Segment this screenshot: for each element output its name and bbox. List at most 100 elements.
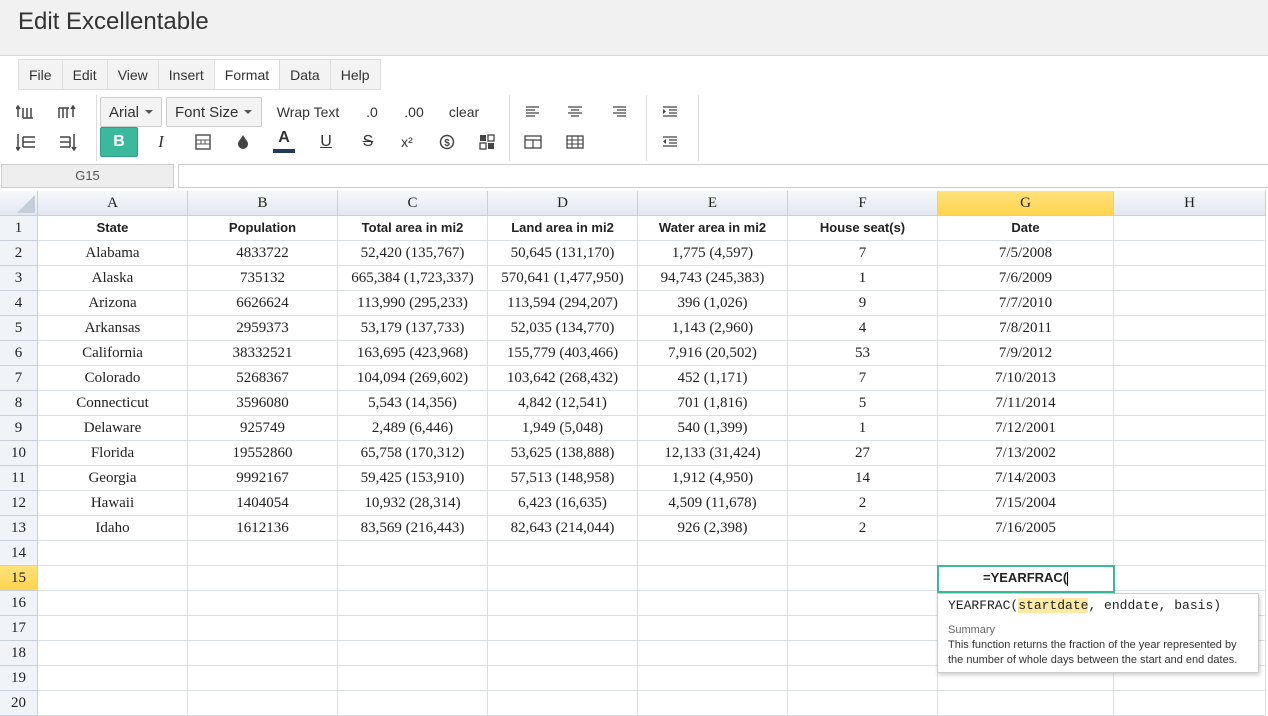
- cell-e10[interactable]: 12,133 (31,424): [638, 441, 788, 466]
- cell-c7[interactable]: 104,094 (269,602): [338, 366, 488, 391]
- cell-b18[interactable]: [188, 641, 338, 666]
- cell-f5[interactable]: 4: [788, 316, 938, 341]
- cell-e5[interactable]: 1,143 (2,960): [638, 316, 788, 341]
- select-all-corner[interactable]: [0, 191, 38, 216]
- cell-g2[interactable]: 7/5/2008: [938, 241, 1114, 266]
- cell-c1[interactable]: Total area in mi2: [338, 216, 488, 241]
- row-header[interactable]: 7: [0, 366, 38, 391]
- formula-input[interactable]: [178, 164, 1268, 188]
- cell-c5[interactable]: 53,179 (137,733): [338, 316, 488, 341]
- cell-b15[interactable]: [188, 566, 338, 591]
- cell-d5[interactable]: 52,035 (134,770): [488, 316, 638, 341]
- indent-increase-icon[interactable]: [659, 99, 681, 125]
- cell-c6[interactable]: 163,695 (423,968): [338, 341, 488, 366]
- cell-reference-box[interactable]: G15: [1, 164, 174, 188]
- row-header[interactable]: 14: [0, 541, 38, 566]
- row-header[interactable]: 15: [0, 566, 38, 591]
- cell-e7[interactable]: 452 (1,171): [638, 366, 788, 391]
- cell-a11[interactable]: Georgia: [38, 466, 188, 491]
- cell-b7[interactable]: 5268367: [188, 366, 338, 391]
- row-header[interactable]: 8: [0, 391, 38, 416]
- borders-icon[interactable]: [192, 129, 214, 155]
- cell-f11[interactable]: 14: [788, 466, 938, 491]
- superscript-button[interactable]: x²: [396, 129, 418, 155]
- cell-g7[interactable]: 7/10/2013: [938, 366, 1114, 391]
- cell-d17[interactable]: [488, 616, 638, 641]
- cell-d9[interactable]: 1,949 (5,048): [488, 416, 638, 441]
- cell-a1[interactable]: State: [38, 216, 188, 241]
- cell-b2[interactable]: 4833722: [188, 241, 338, 266]
- row-header[interactable]: 6: [0, 341, 38, 366]
- cell-h15[interactable]: [1114, 566, 1266, 591]
- cell-d10[interactable]: 53,625 (138,888): [488, 441, 638, 466]
- cell-d18[interactable]: [488, 641, 638, 666]
- cell-d14[interactable]: [488, 541, 638, 566]
- cell-d11[interactable]: 57,513 (148,958): [488, 466, 638, 491]
- cell-g1[interactable]: Date: [938, 216, 1114, 241]
- cell-c12[interactable]: 10,932 (28,314): [338, 491, 488, 516]
- cell-b4[interactable]: 6626624: [188, 291, 338, 316]
- cell-a7[interactable]: Colorado: [38, 366, 188, 391]
- cell-h8[interactable]: [1114, 391, 1266, 416]
- row-header[interactable]: 2: [0, 241, 38, 266]
- cell-e2[interactable]: 1,775 (4,597): [638, 241, 788, 266]
- cell-e15[interactable]: [638, 566, 788, 591]
- cell-d1[interactable]: Land area in mi2: [488, 216, 638, 241]
- cell-a15[interactable]: [38, 566, 188, 591]
- cell-f19[interactable]: [788, 666, 938, 691]
- cell-f14[interactable]: [788, 541, 938, 566]
- cell-h4[interactable]: [1114, 291, 1266, 316]
- cell-f17[interactable]: [788, 616, 938, 641]
- cell-f7[interactable]: 7: [788, 366, 938, 391]
- decrease-decimal-button[interactable]: .0: [358, 99, 386, 125]
- cell-e11[interactable]: 1,912 (4,950): [638, 466, 788, 491]
- cell-f6[interactable]: 53: [788, 341, 938, 366]
- row-header[interactable]: 17: [0, 616, 38, 641]
- cell-f12[interactable]: 2: [788, 491, 938, 516]
- column-header-a[interactable]: A: [38, 191, 188, 216]
- cell-e20[interactable]: [638, 691, 788, 716]
- column-header-c[interactable]: C: [338, 191, 488, 216]
- menu-data[interactable]: Data: [280, 60, 331, 89]
- cell-c14[interactable]: [338, 541, 488, 566]
- cell-c18[interactable]: [338, 641, 488, 666]
- cell-d12[interactable]: 6,423 (16,635): [488, 491, 638, 516]
- insert-column-left-icon[interactable]: [14, 129, 38, 155]
- row-header[interactable]: 19: [0, 666, 38, 691]
- menu-edit[interactable]: Edit: [63, 60, 108, 89]
- cell-a12[interactable]: Hawaii: [38, 491, 188, 516]
- cell-f20[interactable]: [788, 691, 938, 716]
- cell-e17[interactable]: [638, 616, 788, 641]
- row-header[interactable]: 12: [0, 491, 38, 516]
- cell-f18[interactable]: [788, 641, 938, 666]
- row-header[interactable]: 5: [0, 316, 38, 341]
- cell-c17[interactable]: [338, 616, 488, 641]
- cell-b8[interactable]: 3596080: [188, 391, 338, 416]
- cell-g11[interactable]: 7/14/2003: [938, 466, 1114, 491]
- cell-c13[interactable]: 83,569 (216,443): [338, 516, 488, 541]
- cell-d13[interactable]: 82,643 (214,044): [488, 516, 638, 541]
- underline-button[interactable]: U: [315, 129, 337, 155]
- cell-editor[interactable]: =YEARFRAC(: [937, 565, 1115, 593]
- menu-view[interactable]: View: [108, 60, 159, 89]
- menu-format[interactable]: Format: [214, 60, 281, 89]
- cell-g13[interactable]: 7/16/2005: [938, 516, 1114, 541]
- cell-h12[interactable]: [1114, 491, 1266, 516]
- row-header[interactable]: 1: [0, 216, 38, 241]
- cell-b17[interactable]: [188, 616, 338, 641]
- cell-h1[interactable]: [1114, 216, 1266, 241]
- cell-b16[interactable]: [188, 591, 338, 616]
- cell-a17[interactable]: [38, 616, 188, 641]
- cell-e4[interactable]: 396 (1,026): [638, 291, 788, 316]
- insert-column-right-icon[interactable]: [56, 129, 80, 155]
- column-header-b[interactable]: B: [188, 191, 338, 216]
- cell-f15[interactable]: [788, 566, 938, 591]
- column-header-d[interactable]: D: [488, 191, 638, 216]
- cell-d15[interactable]: [488, 566, 638, 591]
- cell-b12[interactable]: 1404054: [188, 491, 338, 516]
- cell-d7[interactable]: 103,642 (268,432): [488, 366, 638, 391]
- cell-a14[interactable]: [38, 541, 188, 566]
- cell-a19[interactable]: [38, 666, 188, 691]
- cell-f10[interactable]: 27: [788, 441, 938, 466]
- cell-f16[interactable]: [788, 591, 938, 616]
